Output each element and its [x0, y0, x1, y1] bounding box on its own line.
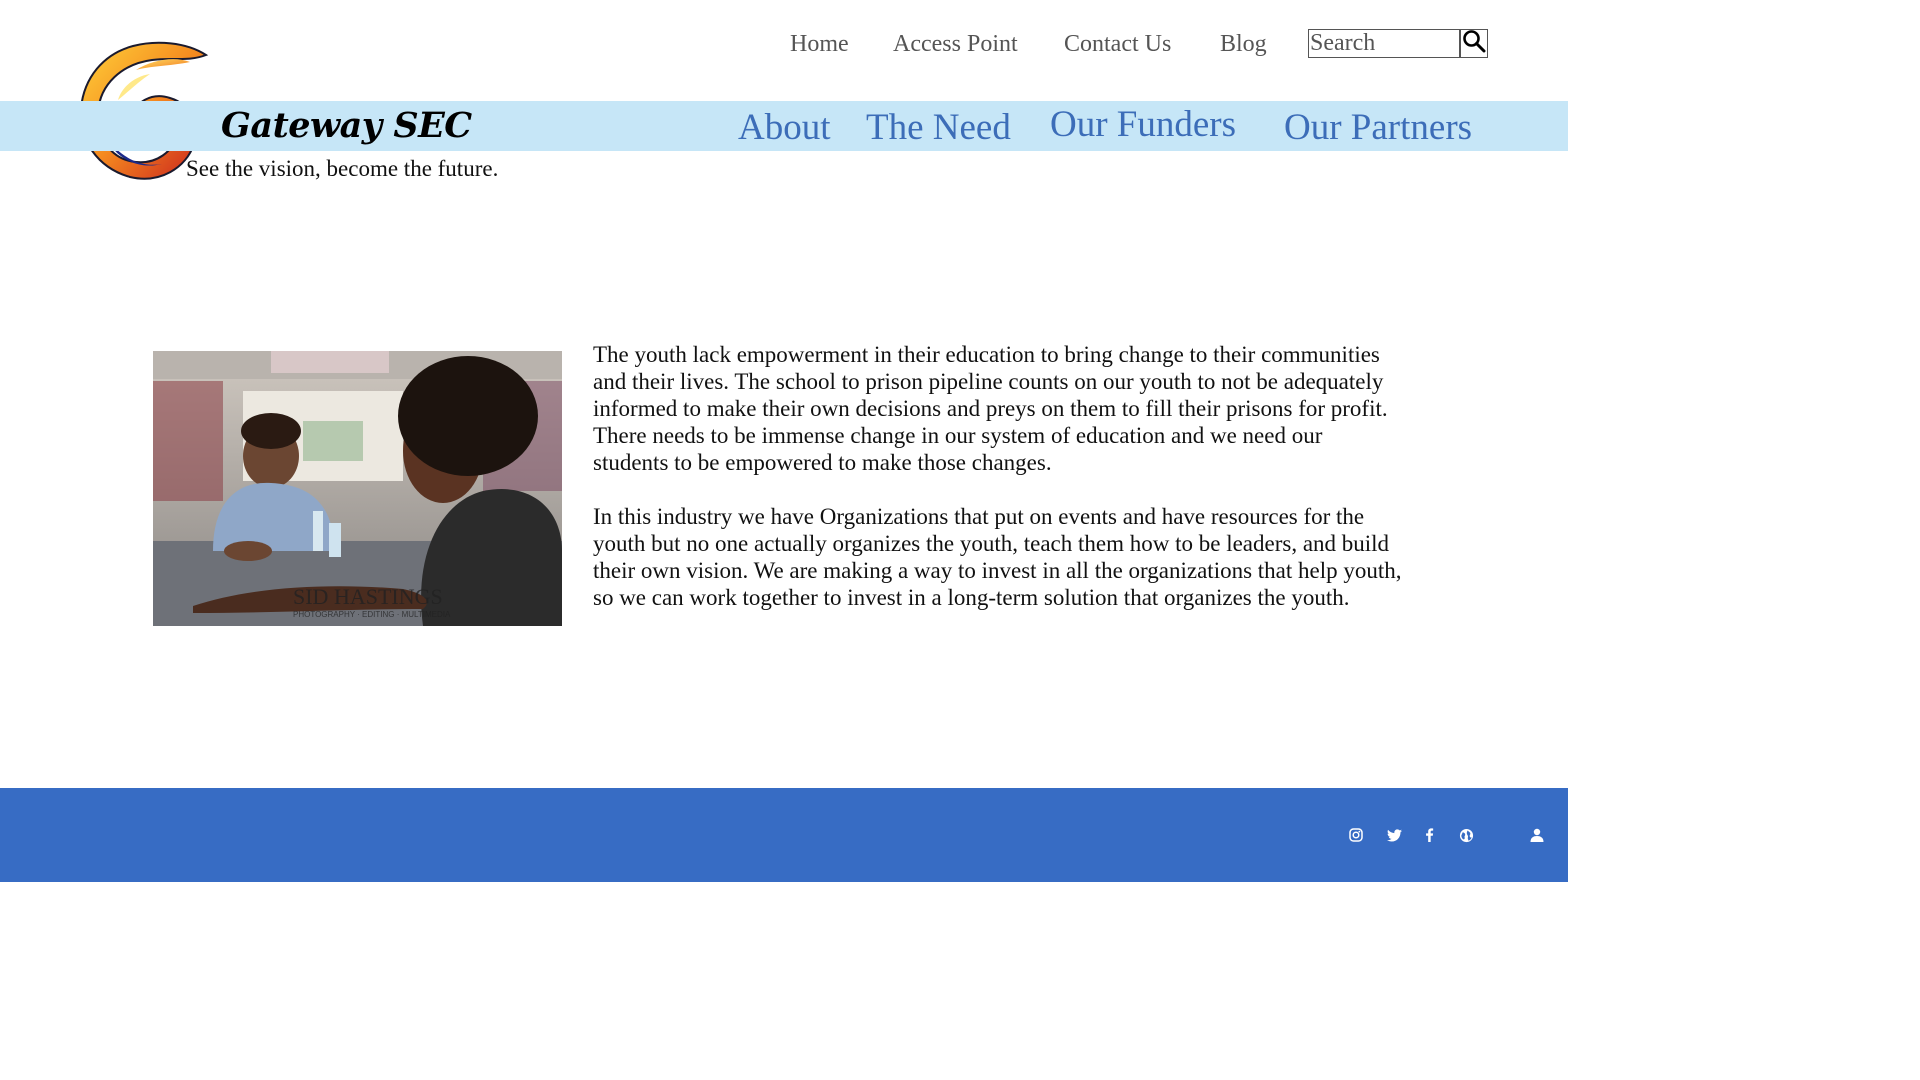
- nav-our-funders[interactable]: Our Funders: [1050, 101, 1236, 149]
- paragraph: The youth lack empowerment in their educ…: [593, 342, 1388, 475]
- site-title[interactable]: Gateway SEC: [221, 104, 472, 148]
- nav-blog[interactable]: Blog: [1220, 28, 1267, 60]
- nav-contact-us[interactable]: Contact Us: [1064, 28, 1171, 60]
- students-photo: SID HASTINGS PHOTOGRAPHY · EDITING · MUL…: [153, 351, 562, 626]
- paragraph: In this industry we have Organizations t…: [593, 504, 1402, 610]
- footer: [0, 788, 1568, 882]
- svg-text:PHOTOGRAPHY · EDITING · MULTIM: PHOTOGRAPHY · EDITING · MULTIMEDIA: [293, 610, 451, 619]
- mission-content: The youth lack empowerment in their educ…: [593, 341, 1403, 638]
- search-button[interactable]: [1460, 29, 1488, 58]
- instagram-icon[interactable]: [1348, 827, 1364, 843]
- twitter-icon[interactable]: [1386, 827, 1402, 843]
- facebook-icon[interactable]: [1421, 827, 1437, 843]
- nav-our-partners[interactable]: Our Partners: [1284, 104, 1472, 152]
- photo-watermark: SID HASTINGS PHOTOGRAPHY · EDITING · MUL…: [293, 584, 451, 619]
- site-tagline: See the vision, become the future.: [186, 156, 499, 181]
- svg-text:SID HASTINGS: SID HASTINGS: [293, 584, 443, 609]
- nav-home[interactable]: Home: [790, 28, 849, 60]
- globe-icon[interactable]: [1458, 827, 1474, 843]
- search-input[interactable]: [1308, 29, 1460, 58]
- magnifier-icon: [1462, 29, 1486, 58]
- nav-the-need[interactable]: The Need: [866, 104, 1011, 152]
- user-icon[interactable]: [1529, 827, 1545, 843]
- nav-access-point[interactable]: Access Point: [893, 28, 1018, 60]
- nav-about[interactable]: About: [738, 104, 831, 152]
